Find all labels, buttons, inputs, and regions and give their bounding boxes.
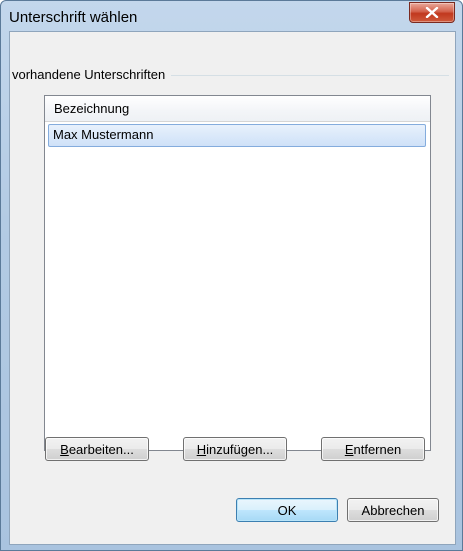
- dialog-window: Unterschrift wählen vorhandene Unterschr…: [0, 0, 463, 551]
- edit-button[interactable]: Bearbeiten...: [45, 437, 149, 461]
- remove-button-label: ntfernen: [353, 442, 402, 457]
- column-header-bezeichnung[interactable]: Bezeichnung: [45, 96, 430, 122]
- ok-button[interactable]: OK: [236, 498, 338, 522]
- close-icon: [425, 7, 439, 18]
- cancel-button[interactable]: Abbrechen: [347, 498, 439, 522]
- list-item[interactable]: Max Mustermann: [48, 124, 426, 147]
- add-button-label: inzufügen...: [206, 442, 274, 457]
- add-button[interactable]: Hinzufügen...: [183, 437, 287, 461]
- add-button-mnemonic: H: [196, 442, 207, 457]
- remove-button[interactable]: Entfernen: [321, 437, 425, 461]
- group-box-label: vorhandene Unterschriften: [12, 67, 172, 82]
- column-header-label: Bezeichnung: [54, 101, 130, 116]
- title-bar[interactable]: Unterschrift wählen: [1, 1, 462, 31]
- close-button[interactable]: [409, 2, 455, 23]
- window-title: Unterschrift wählen: [9, 9, 138, 26]
- edit-button-label: earbeiten...: [68, 442, 134, 457]
- signature-list[interactable]: Bezeichnung Max Mustermann: [44, 95, 431, 451]
- list-item-label: Max Mustermann: [53, 127, 154, 142]
- dialog-client-area: vorhandene Unterschriften Bezeichnung Ma…: [9, 31, 456, 545]
- edit-button-mnemonic: B: [60, 442, 69, 457]
